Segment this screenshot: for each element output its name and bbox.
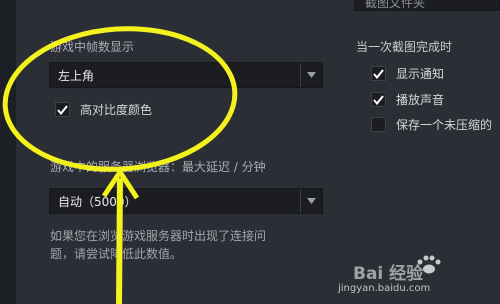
fps-position-value: 左上角: [58, 68, 95, 83]
play-sound-label: 播放声音: [396, 93, 445, 107]
fps-counter-label: 游戏中帧数显示: [50, 40, 135, 54]
high-contrast-checkbox-row[interactable]: 高对比度颜色: [55, 101, 152, 118]
save-uncompressed-label: 保存一个未压缩的: [396, 118, 493, 132]
chevron-down-icon[interactable]: [300, 63, 322, 87]
show-notification-checkbox[interactable]: [371, 66, 386, 81]
baidu-watermark-url: jingyan.baidu.com: [338, 283, 431, 294]
fps-position-dropdown[interactable]: 左上角: [49, 62, 323, 88]
screenshot-option-row[interactable]: 保存一个未压缩的: [371, 116, 492, 133]
play-sound-checkbox[interactable]: [371, 92, 386, 107]
server-ping-value: 自动（5000）: [58, 194, 137, 209]
baidu-watermark-brand: Bai 经验: [353, 264, 424, 284]
server-browser-label: 游戏中的服务器浏览器：最大延迟 / 分钟: [50, 160, 266, 174]
server-browser-note-line1: 如果您在浏览游戏服务器时出现了连接问: [50, 229, 267, 243]
save-uncompressed-checkbox[interactable]: [371, 117, 386, 132]
screenshot-folder-label: 截图文件夹: [365, 0, 426, 10]
high-contrast-checkbox[interactable]: [55, 102, 70, 117]
screenshot-option-row[interactable]: 播放声音: [371, 91, 444, 108]
high-contrast-label: 高对比度颜色: [80, 103, 153, 117]
chevron-down-icon[interactable]: [300, 189, 322, 213]
screenshot-complete-label: 当一次截图完成时: [356, 40, 453, 54]
screenshot-folder-button[interactable]: 截图文件夹: [354, 0, 500, 11]
server-browser-note-line2: 题，请尝试降低此数值。: [50, 247, 183, 261]
show-notification-label: 显示通知: [396, 67, 445, 81]
screenshot-option-row[interactable]: 显示通知: [371, 65, 444, 82]
server-ping-dropdown[interactable]: 自动（5000）: [49, 188, 323, 214]
left-edge-strip: [0, 0, 16, 304]
